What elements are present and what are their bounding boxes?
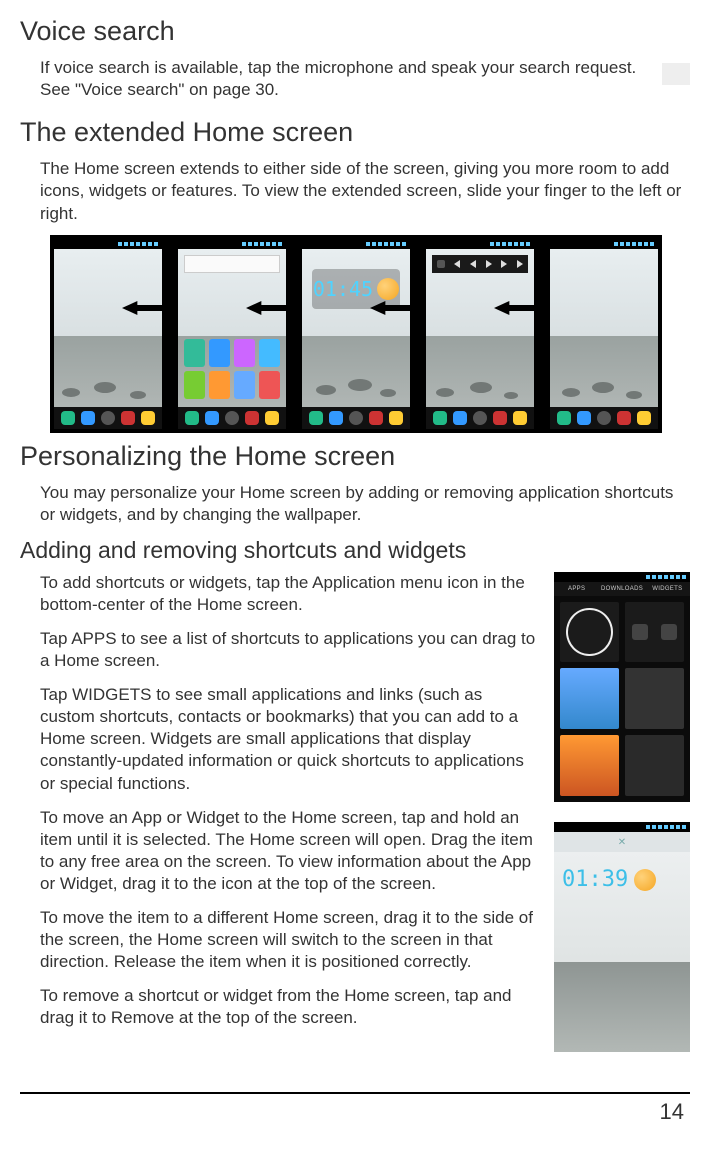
voice-search-body: If voice search is available, tap the mi… [40,57,650,101]
clock-widget-time: 01:45 [313,276,373,302]
tab-apps: APPS [554,582,599,596]
shortcuts-p4: To move an App or Widget to the Home scr… [40,807,538,895]
heading-voice-search: Voice search [20,14,690,49]
heading-extended-home: The extended Home screen [20,115,690,150]
heading-personalizing: Personalizing the Home screen [20,439,690,474]
tab-widgets: WIDGETS [645,582,690,596]
personalizing-body: You may personalize your Home screen by … [40,482,690,526]
shortcuts-p6: To remove a shortcut or widget from the … [40,985,538,1029]
drag-widget-illustration: ✕ 01:39 [554,822,690,1052]
home-panel-1 [54,239,162,429]
microphone-illustration [662,63,690,85]
remove-target-icon: ✕ [618,836,626,849]
shortcuts-p3: Tap WIDGETS to see small applications an… [40,684,538,794]
shortcuts-p2: Tap APPS to see a list of shortcuts to a… [40,628,538,672]
tab-downloads: DOWNLOADS [599,582,644,596]
home-panel-2 [178,239,286,429]
home-panel-4 [426,239,534,429]
extended-home-illustration: 01:45 [50,235,662,433]
heading-shortcuts-widgets: Adding and removing shortcuts and widget… [20,536,690,566]
extended-home-body: The Home screen extends to either side o… [40,158,690,224]
footer-rule [20,1092,690,1094]
shortcuts-p5: To move the item to a different Home scr… [40,907,538,973]
page-number: 14 [20,1098,690,1127]
drag-clock-time: 01:39 [562,866,628,895]
home-panel-5 [550,239,658,429]
home-panel-3: 01:45 [302,239,410,429]
shortcuts-p1: To add shortcuts or widgets, tap the App… [40,572,538,616]
widgets-screen-illustration: APPS DOWNLOADS WIDGETS [554,572,690,802]
